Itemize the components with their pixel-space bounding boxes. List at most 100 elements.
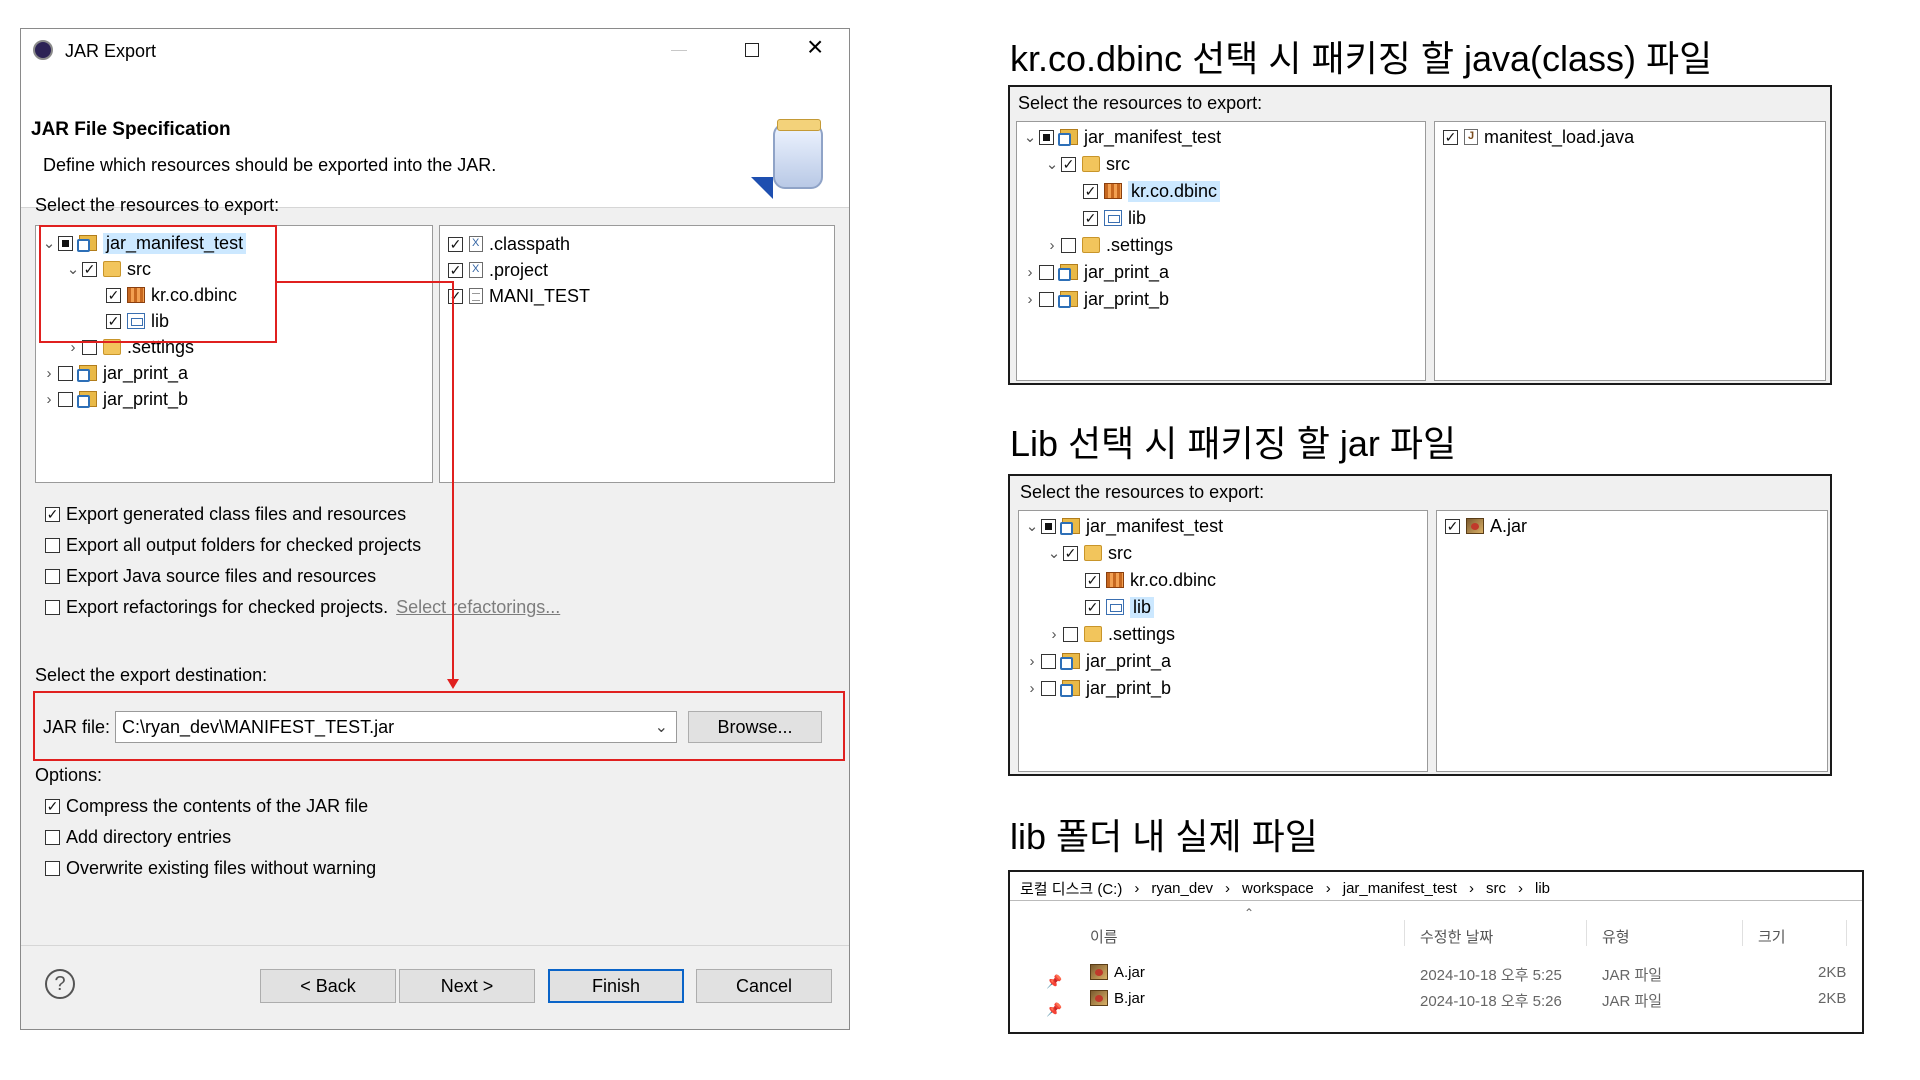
tree-item-jar-print-b[interactable]: › jar_print_b [1023, 675, 1172, 701]
option-overwrite[interactable]: Overwrite existing files without warning [45, 855, 376, 881]
browse-button[interactable]: Browse... [688, 711, 822, 743]
file-row[interactable]: B.jar 2024-10-18 오후 5:26 JAR 파일 2KB [1090, 986, 1860, 1010]
back-button[interactable]: < Back [260, 969, 396, 1003]
tree-item-jar-manifest-test[interactable]: ⌄ jar_manifest_test [1023, 513, 1223, 539]
option-directory-entries[interactable]: Add directory entries [45, 824, 231, 850]
checkbox[interactable] [1085, 572, 1100, 588]
option-export-java-source[interactable]: Export Java source files and resources [45, 563, 376, 589]
jar-file-combo[interactable]: C:\ryan_dev\MANIFEST_TEST.jar ⌄ [115, 711, 677, 743]
expand-icon[interactable]: ⌄ [1023, 517, 1041, 535]
breadcrumb-item[interactable]: lib [1535, 880, 1550, 897]
tree-item-jar-print-b[interactable]: › jar_print_b [1021, 286, 1170, 312]
checkbox[interactable] [45, 506, 60, 522]
file-item-classpath[interactable]: .classpath [448, 231, 570, 257]
file-list[interactable]: .classpath .project MANI_TEST [439, 225, 835, 483]
column-header-name[interactable]: 이름 [1090, 926, 1118, 947]
checkbox[interactable] [58, 391, 73, 407]
tree-item-settings[interactable]: › .settings [1043, 232, 1174, 258]
tree-item-lib[interactable]: lib [1085, 594, 1155, 620]
file-row[interactable]: A.jar 2024-10-18 오후 5:25 JAR 파일 2KB [1090, 960, 1860, 984]
expand-icon[interactable]: ⌄ [1043, 155, 1061, 173]
checkbox[interactable] [1061, 156, 1076, 172]
checkbox[interactable] [448, 262, 463, 278]
maximize-icon[interactable] [745, 43, 759, 57]
checkbox[interactable] [1039, 129, 1054, 145]
tree-item-src[interactable]: ⌄ src [1043, 151, 1130, 177]
chevron-down-icon[interactable]: ⌄ [655, 717, 668, 737]
expand-icon[interactable]: ⌄ [1021, 128, 1039, 146]
tree-item-kr-co-dbinc[interactable]: kr.co.dbinc [1085, 567, 1216, 593]
finish-button[interactable]: Finish [548, 969, 684, 1003]
column-header-date[interactable]: 수정한 날짜 [1420, 926, 1493, 947]
jar-file-input[interactable]: C:\ryan_dev\MANIFEST_TEST.jar [122, 717, 394, 738]
checkbox[interactable] [45, 568, 60, 584]
expand-icon[interactable]: › [1023, 653, 1041, 670]
file-list[interactable]: A.jar [1436, 510, 1828, 772]
expand-icon[interactable]: › [1045, 626, 1063, 643]
file-item-mani-test[interactable]: MANI_TEST [448, 283, 590, 309]
tree-item-jar-print-b[interactable]: › jar_print_b [40, 386, 189, 412]
expand-icon[interactable]: › [40, 391, 58, 408]
tree-item-src[interactable]: ⌄ src [1045, 540, 1132, 566]
expand-icon[interactable]: › [40, 365, 58, 382]
breadcrumb-item[interactable]: workspace [1242, 880, 1314, 897]
tree-item-jar-manifest-test[interactable]: ⌄ jar_manifest_test [1021, 124, 1221, 150]
checkbox[interactable] [1085, 599, 1100, 615]
checkbox[interactable] [1083, 210, 1098, 226]
expand-icon[interactable]: › [1043, 237, 1061, 254]
tree-item-settings[interactable]: › .settings [1045, 621, 1176, 647]
checkbox[interactable] [1061, 237, 1076, 253]
file-item-project[interactable]: .project [448, 257, 548, 283]
select-refactorings-link[interactable]: Select refactorings... [396, 597, 560, 618]
file-list[interactable]: manitest_load.java [1434, 121, 1826, 381]
checkbox[interactable] [1083, 183, 1098, 199]
breadcrumb-item[interactable]: jar_manifest_test [1343, 880, 1457, 897]
tree-item-jar-print-a[interactable]: › jar_print_a [40, 360, 189, 386]
expand-icon[interactable]: ⌄ [1045, 544, 1063, 562]
file-item-a-jar[interactable]: A.jar [1445, 513, 1527, 539]
checkbox[interactable] [45, 599, 60, 615]
resource-tree[interactable]: ⌄jar_manifest_test ⌄src kr.co.dbinc lib … [1018, 510, 1428, 772]
expand-icon[interactable]: › [1021, 291, 1039, 308]
checkbox[interactable] [45, 860, 60, 876]
file-item-manitest-load[interactable]: manitest_load.java [1443, 124, 1634, 150]
checkbox[interactable] [1445, 518, 1460, 534]
checkbox[interactable] [1041, 653, 1056, 669]
checkbox[interactable] [1063, 626, 1078, 642]
pin-icon[interactable]: 📌 [1046, 974, 1062, 990]
checkbox[interactable] [448, 236, 463, 252]
breadcrumb[interactable]: 로컬 디스크 (C:) › ryan_dev › workspace › jar_ma… [1020, 878, 1550, 899]
checkbox[interactable] [1063, 545, 1078, 561]
option-export-output-folders[interactable]: Export all output folders for checked pr… [45, 532, 421, 558]
column-header-type[interactable]: 유형 [1602, 926, 1630, 947]
checkbox[interactable] [1041, 680, 1056, 696]
tree-item-jar-print-a[interactable]: › jar_print_a [1021, 259, 1170, 285]
tree-item-lib[interactable]: lib [1083, 205, 1146, 231]
checkbox[interactable] [45, 537, 60, 553]
breadcrumb-item[interactable]: 로컬 디스크 (C:) [1020, 878, 1122, 899]
help-icon[interactable]: ? [45, 969, 75, 999]
checkbox[interactable] [1443, 129, 1458, 145]
minimize-icon[interactable] [671, 50, 687, 51]
resource-tree[interactable]: ⌄jar_manifest_test ⌄src kr.co.dbinc lib … [1016, 121, 1426, 381]
option-export-refactorings[interactable]: Export refactorings for checked projects… [45, 594, 560, 620]
close-icon[interactable]: × [807, 33, 823, 61]
checkbox[interactable] [448, 288, 463, 304]
cancel-button[interactable]: Cancel [696, 969, 832, 1003]
checkbox[interactable] [45, 798, 60, 814]
checkbox[interactable] [1041, 518, 1056, 534]
next-button[interactable]: Next > [399, 969, 535, 1003]
breadcrumb-item[interactable]: ryan_dev [1151, 880, 1213, 897]
expand-icon[interactable]: › [1023, 680, 1041, 697]
checkbox[interactable] [58, 365, 73, 381]
checkbox[interactable] [1039, 291, 1054, 307]
column-header-size[interactable]: 크기 [1758, 926, 1786, 947]
tree-item-jar-print-a[interactable]: › jar_print_a [1023, 648, 1172, 674]
tree-item-kr-co-dbinc[interactable]: kr.co.dbinc [1083, 178, 1221, 204]
option-export-class-files[interactable]: Export generated class files and resourc… [45, 501, 406, 527]
checkbox[interactable] [1039, 264, 1054, 280]
option-compress[interactable]: Compress the contents of the JAR file [45, 793, 368, 819]
breadcrumb-item[interactable]: src [1486, 880, 1506, 897]
checkbox[interactable] [45, 829, 60, 845]
pin-icon[interactable]: 📌 [1046, 1002, 1062, 1018]
